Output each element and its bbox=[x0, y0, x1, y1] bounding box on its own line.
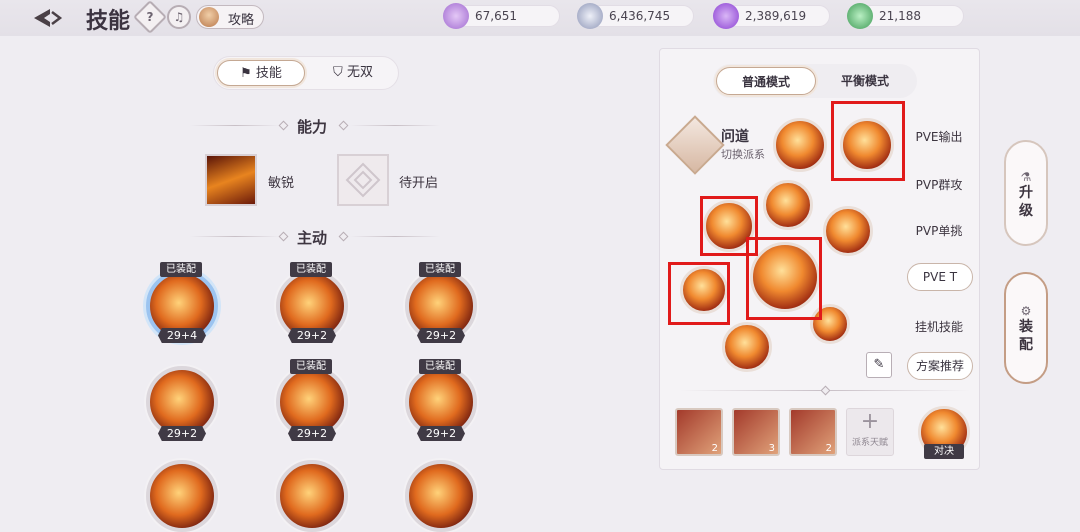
divider-diamond bbox=[278, 231, 289, 242]
upgrade-icon: ⚗ bbox=[1020, 170, 1032, 184]
equip-icon: ⚙ bbox=[1020, 304, 1032, 318]
highlight-box bbox=[746, 237, 822, 320]
silver-coin-icon bbox=[577, 3, 603, 29]
upgrade-button[interactable]: ⚗ 升级 bbox=[1004, 140, 1048, 246]
equipped-badge: 已装配 bbox=[419, 262, 461, 277]
skill-slot[interactable] bbox=[405, 460, 477, 532]
flag-icon: ⚑ bbox=[240, 66, 256, 81]
tab-normal-mode[interactable]: 普通模式 bbox=[716, 67, 816, 95]
top-bar: 技能 ? ♫ 攻略 67,651 6,436,745 2,389,619 21,… bbox=[0, 0, 1080, 36]
currency-4[interactable]: 21,188 bbox=[847, 3, 964, 29]
skill-level: 29+2 bbox=[288, 426, 336, 441]
guide-label: 攻略 bbox=[228, 13, 255, 28]
passive-label: 待开启 bbox=[399, 176, 439, 191]
tab-musou[interactable]: ⛉ 无双 bbox=[310, 60, 396, 86]
currency-2[interactable]: 6,436,745 bbox=[577, 3, 694, 29]
equipped-badge: 已装配 bbox=[290, 262, 332, 277]
talent-count: 3 bbox=[768, 443, 775, 454]
edit-icon[interactable]: ✎ bbox=[866, 352, 892, 378]
avatar bbox=[199, 7, 219, 27]
section-ability-title: 能力 bbox=[297, 118, 328, 136]
talent-slot[interactable]: 2 bbox=[789, 408, 837, 456]
skill-level: 29+2 bbox=[417, 426, 465, 441]
loadout-skill-orb[interactable] bbox=[823, 206, 873, 256]
switch-school-link[interactable]: 切换派系 bbox=[721, 146, 765, 162]
preset-pve-output[interactable]: PVE输出 bbox=[906, 128, 972, 145]
recommend-button[interactable]: 方案推荐 bbox=[907, 352, 973, 380]
talent-count: 2 bbox=[711, 443, 718, 454]
upgrade-label: 升级 bbox=[1019, 185, 1033, 219]
currency-value: 67,651 bbox=[475, 9, 517, 23]
currency-value: 6,436,745 bbox=[609, 9, 671, 23]
green-jade-icon bbox=[847, 3, 873, 29]
currency-value: 21,188 bbox=[879, 9, 921, 23]
equip-label: 装配 bbox=[1019, 319, 1033, 353]
guide-button[interactable]: 攻略 bbox=[196, 5, 264, 29]
add-talent-label: 派系天赋 bbox=[851, 438, 888, 448]
purple-gem-icon bbox=[713, 3, 739, 29]
loadout-skill-orb[interactable] bbox=[773, 118, 827, 172]
tab-skills[interactable]: ⚑ 技能 bbox=[217, 60, 305, 86]
divider bbox=[350, 125, 440, 126]
passive-locked-icon[interactable] bbox=[337, 154, 389, 206]
divider-diamond bbox=[278, 120, 289, 131]
currency-value: 2,389,619 bbox=[745, 9, 807, 23]
loadout-skill-orb[interactable] bbox=[722, 322, 772, 372]
loadout-skill-orb[interactable] bbox=[763, 180, 813, 230]
highlight-box bbox=[668, 262, 730, 325]
equip-button[interactable]: ⚙ 装配 bbox=[1004, 272, 1048, 384]
equipped-badge: 已装配 bbox=[419, 359, 461, 374]
help-button[interactable]: ? bbox=[133, 0, 167, 34]
equipped-badge: 已装配 bbox=[290, 359, 332, 374]
divider bbox=[350, 236, 440, 237]
bell-icon[interactable]: ♫ bbox=[167, 5, 191, 29]
back-arrow-icon[interactable] bbox=[30, 6, 66, 30]
duel-label: 对决 bbox=[924, 444, 964, 459]
passive-label: 敏锐 bbox=[268, 176, 295, 191]
divider-diamond bbox=[338, 231, 349, 242]
help-icon: ? bbox=[146, 10, 154, 24]
preset-pvp-group[interactable]: PVP群攻 bbox=[906, 176, 972, 193]
currency-3[interactable]: 2,389,619 bbox=[713, 3, 830, 29]
divider bbox=[190, 125, 280, 126]
preset-pve-tank[interactable]: PVE T bbox=[907, 263, 973, 291]
talent-count: 2 bbox=[825, 443, 832, 454]
school-name: 问道 bbox=[721, 129, 749, 145]
talent-slot[interactable]: 2 bbox=[675, 408, 723, 456]
divider bbox=[190, 236, 280, 237]
talent-slot[interactable]: 3 bbox=[732, 408, 780, 456]
skill-slot[interactable] bbox=[276, 460, 348, 532]
skill-tabs: ⚑ 技能 ⛉ 无双 bbox=[213, 56, 399, 90]
add-talent-button[interactable]: + 派系天赋 bbox=[846, 408, 894, 456]
preset-idle[interactable]: 挂机技能 bbox=[906, 318, 972, 335]
highlight-box bbox=[831, 101, 905, 181]
preset-pvp-solo[interactable]: PVP单挑 bbox=[906, 222, 972, 239]
plus-icon: + bbox=[860, 409, 880, 434]
page-title: 技能 bbox=[86, 9, 131, 34]
tab-balanced-mode[interactable]: 平衡模式 bbox=[817, 67, 913, 95]
currency-1[interactable]: 67,651 bbox=[443, 3, 560, 29]
divider-diamond bbox=[338, 120, 349, 131]
equipped-badge: 已装配 bbox=[160, 262, 202, 277]
skill-level: 29+4 bbox=[158, 328, 206, 343]
skill-level: 29+2 bbox=[158, 426, 206, 441]
skill-level: 29+2 bbox=[288, 328, 336, 343]
tab-label: 无双 bbox=[346, 65, 373, 80]
skill-slot[interactable] bbox=[146, 460, 218, 532]
passive-keen-icon[interactable] bbox=[205, 154, 257, 206]
section-active-title: 主动 bbox=[297, 229, 328, 247]
mode-tabs: 普通模式 平衡模式 bbox=[713, 64, 917, 98]
skill-level: 29+2 bbox=[417, 328, 465, 343]
purple-ticket-icon bbox=[443, 3, 469, 29]
tab-label: 技能 bbox=[255, 66, 282, 81]
shield-icon: ⛉ bbox=[333, 65, 347, 80]
